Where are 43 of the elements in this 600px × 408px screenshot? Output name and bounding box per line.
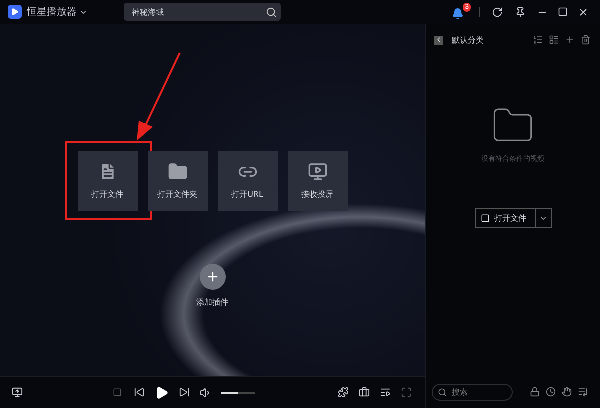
close-icon[interactable] — [578, 6, 589, 18]
next-icon[interactable] — [178, 387, 190, 398]
bell-icon — [452, 8, 464, 20]
maximize-icon[interactable] — [558, 7, 568, 17]
add-plugin-label: 添加插件 — [196, 297, 228, 308]
hand-icon[interactable] — [562, 387, 572, 397]
fullscreen-icon[interactable] — [401, 387, 412, 398]
action-tile[interactable]: 打开URL — [218, 151, 278, 211]
screen-icon[interactable] — [12, 387, 23, 398]
search-field[interactable]: 神秘海域 — [124, 3, 281, 21]
list-end-icon[interactable] — [578, 387, 588, 397]
dropdown-button[interactable] — [536, 208, 552, 228]
sort-icon[interactable] — [533, 35, 543, 45]
search-icon — [438, 388, 447, 396]
monitor-play-icon — [308, 162, 328, 182]
play-icon[interactable] — [154, 386, 168, 400]
refresh-icon[interactable] — [492, 6, 503, 18]
previous-icon[interactable] — [134, 387, 144, 398]
search-icon[interactable] — [266, 6, 277, 18]
action-tile[interactable]: 接收投屏 — [288, 151, 348, 211]
playlist-icon[interactable] — [380, 387, 391, 398]
action-tile[interactable]: 打开文件夹 — [148, 151, 208, 211]
folder-icon — [168, 162, 188, 182]
puzzle-icon[interactable] — [338, 387, 349, 398]
trash-icon[interactable] — [581, 35, 591, 45]
back-button[interactable] — [434, 36, 443, 44]
app-title: 恒星播放器 — [27, 6, 77, 19]
playlist-search-field[interactable]: 搜索 — [432, 384, 513, 400]
lock-icon[interactable] — [530, 387, 540, 397]
add-plugin-button[interactable] — [200, 264, 226, 290]
pin-icon[interactable] — [515, 6, 526, 18]
list-view-icon[interactable] — [549, 35, 559, 45]
app-logo-icon — [8, 5, 22, 19]
clock-icon[interactable] — [546, 387, 556, 397]
stop-icon[interactable] — [112, 388, 122, 397]
file-icon — [480, 214, 490, 222]
action-tile[interactable]: 打开文件 — [78, 151, 138, 211]
category-title: 默认分类 — [452, 34, 485, 46]
volume-icon[interactable] — [200, 386, 212, 398]
briefcase-icon[interactable] — [359, 387, 370, 398]
plus-icon — [206, 270, 220, 284]
add-icon[interactable] — [565, 35, 575, 45]
open-file-button[interactable]: 打开文件 — [474, 208, 536, 228]
